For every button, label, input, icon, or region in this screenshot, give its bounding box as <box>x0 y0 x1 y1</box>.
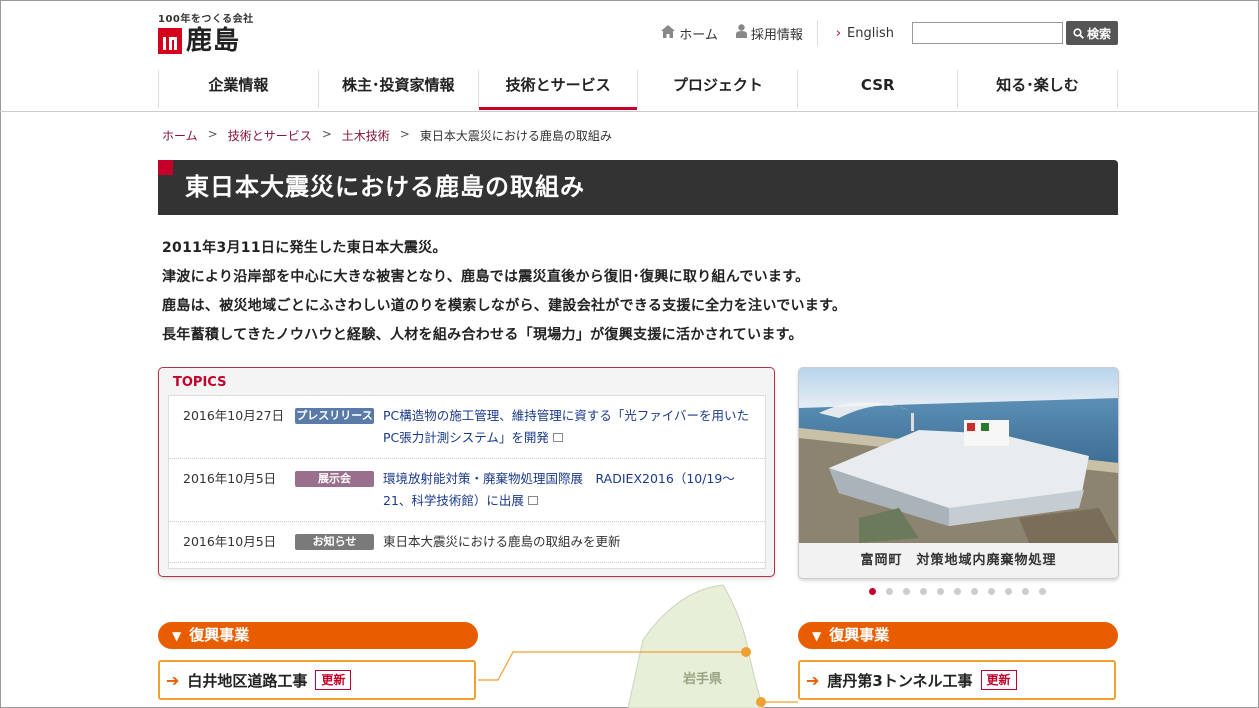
util-divider <box>816 20 818 46</box>
topic-badge: お知らせ <box>295 534 374 550</box>
slider-pagination <box>869 588 1056 595</box>
page-title-bar: 東日本大震災における鹿島の取組み <box>158 160 1118 215</box>
triangle-down-icon: ▼ <box>812 629 822 643</box>
breadcrumb-separator: > <box>207 127 218 141</box>
intro-line: 鹿島は、被災地域ごとにふさわしい道のりを模索しながら、建設会社ができる支援に全力… <box>162 298 847 314</box>
topic-link[interactable]: PC構造物の施工管理、維持管理に資する「光ファイバーを用いたPC張力計測システム… <box>383 405 753 449</box>
topic-badge: 展示会 <box>295 471 374 487</box>
breadcrumb-current: 東日本大震災における鹿島の取組み <box>419 129 612 143</box>
slider-dot[interactable] <box>937 588 944 595</box>
external-link-icon <box>552 433 563 442</box>
intro-line: 2011年3月11日に発生した東日本大震災。 <box>162 240 447 256</box>
slider-dot[interactable] <box>903 588 910 595</box>
slider-dot[interactable] <box>886 588 893 595</box>
nav-corporate[interactable]: 企業情報 <box>158 70 318 108</box>
category-header: ▼ 復興事業 <box>798 622 1118 649</box>
logo-name: 鹿島 <box>186 26 241 56</box>
kajima-mark-icon <box>158 28 182 54</box>
topics-list[interactable]: 2016年10月27日 プレスリリース PC構造物の施工管理、維持管理に資する「… <box>168 395 766 569</box>
slider-dot[interactable] <box>954 588 961 595</box>
nav-projects[interactable]: プロジェクト <box>637 70 797 108</box>
search-button[interactable]: 検索 <box>1066 21 1118 45</box>
global-nav: 企業情報 株主･投資家情報 技術とサービス プロジェクト CSR 知る･楽しむ <box>158 70 1118 110</box>
search-input[interactable] <box>912 22 1063 44</box>
slider-dot[interactable] <box>869 588 876 595</box>
triangle-down-icon: ▼ <box>172 629 182 643</box>
topic-date: 2016年10月27日 <box>183 408 285 423</box>
breadcrumb-home[interactable]: ホーム <box>162 127 198 144</box>
breadcrumb-separator: > <box>399 127 410 141</box>
topic-badge: プレスリリース <box>295 408 374 424</box>
search-button-label: 検索 <box>1086 26 1111 41</box>
intro-line: 長年蓄積してきたノウハウと経験、人材を組み合わせる「現場力」が復興支援に活かされ… <box>162 327 803 343</box>
slider-dot[interactable] <box>1022 588 1029 595</box>
breadcrumb-technology[interactable]: 技術とサービス <box>228 127 312 144</box>
title-accent <box>158 160 173 175</box>
updated-badge: 更新 <box>980 670 1017 690</box>
slide-caption: 富岡町 対策地域内廃棄物処理 <box>860 553 1057 568</box>
topic-item: 2016年10月5日 展示会 環境放射能対策・廃棄物処理国際展 RADIEX20… <box>169 459 765 522</box>
project-name: 唐丹第3トンネル工事 <box>827 671 973 690</box>
slider-dot[interactable] <box>1005 588 1012 595</box>
util-home-link[interactable]: ホーム <box>661 24 718 43</box>
topic-item: 2016年10月27日 プレスリリース PC構造物の施工管理、維持管理に資する「… <box>169 396 765 459</box>
util-recruit-label: 採用情報 <box>750 27 803 43</box>
nav-investors[interactable]: 株主･投資家情報 <box>317 70 478 108</box>
topic-date: 2016年10月5日 <box>183 534 277 549</box>
slide-photo <box>799 368 1118 543</box>
topic-item: 2016年10月5日 お知らせ 東日本大震災における鹿島の取組みを更新 <box>169 522 765 563</box>
arrow-right-icon: ➔ <box>806 670 820 690</box>
chevron-right-icon: › <box>835 25 842 41</box>
category-header: ▼ 復興事業 <box>158 622 478 649</box>
tohoku-map: 岩手県 <box>478 584 798 708</box>
topics-box: TOPICS 2016年10月27日 プレスリリース PC構造物の施工管理、維持… <box>158 367 775 577</box>
nav-csr[interactable]: CSR <box>797 70 957 108</box>
intro-text: 2011年3月11日に発生した東日本大震災。 津波により沿岸部を中心に大きな被害… <box>162 234 846 350</box>
utility-nav: ホーム 採用情報 › English 検索 <box>643 20 1118 46</box>
arrow-right-icon: ➔ <box>166 670 180 690</box>
photo-slider[interactable]: 富岡町 対策地域内廃棄物処理 <box>798 367 1119 579</box>
util-english-link[interactable]: › English <box>836 26 894 41</box>
nav-enjoy[interactable]: 知る･楽しむ <box>957 70 1118 108</box>
page-title: 東日本大震災における鹿島の取組み <box>185 173 585 201</box>
updated-badge: 更新 <box>315 670 352 690</box>
slider-dot[interactable] <box>988 588 995 595</box>
project-link[interactable]: ➔ 唐丹第3トンネル工事 更新 <box>798 660 1116 700</box>
nav-technology[interactable]: 技術とサービス <box>477 70 638 110</box>
person-icon <box>735 24 747 42</box>
slider-dot[interactable] <box>971 588 978 595</box>
breadcrumb: ホーム > 技術とサービス > 土木技術 > 東日本大震災における鹿島の取組み <box>162 127 612 144</box>
project-link[interactable]: ➔ 白井地区道路工事 更新 <box>158 660 476 700</box>
map-prefecture-label: 岩手県 <box>682 671 722 687</box>
slider-dot[interactable] <box>1039 588 1046 595</box>
slider-dot[interactable] <box>920 588 927 595</box>
external-link-icon <box>527 496 538 505</box>
breadcrumb-separator: > <box>321 127 332 141</box>
util-english-label: English <box>847 25 894 41</box>
util-recruit-link[interactable]: 採用情報 <box>735 24 803 43</box>
topic-date: 2016年10月5日 <box>183 471 277 486</box>
home-icon <box>661 24 676 42</box>
site-header: 100年をつくる会社 鹿島 ホーム 採用情報 › English 検索 企業情報… <box>0 0 1259 112</box>
logo-tagline: 100年をつくる会社 <box>158 14 254 25</box>
search-icon <box>1073 27 1084 39</box>
topic-link[interactable]: 環境放射能対策・廃棄物処理国際展 RADIEX2016（10/19～21、科学技… <box>383 468 753 512</box>
topic-link[interactable]: 東日本大震災における鹿島の取組みを更新 <box>383 531 753 553</box>
breadcrumb-civil[interactable]: 土木技術 <box>342 127 390 144</box>
kajima-logo[interactable]: 100年をつくる会社 鹿島 <box>158 10 254 55</box>
intro-line: 津波により沿岸部を中心に大きな被害となり、鹿島では震災直後から復旧･復興に取り組… <box>162 269 810 285</box>
util-home-label: ホーム <box>679 27 718 43</box>
project-name: 白井地区道路工事 <box>187 671 308 690</box>
topics-heading: TOPICS <box>173 375 227 390</box>
